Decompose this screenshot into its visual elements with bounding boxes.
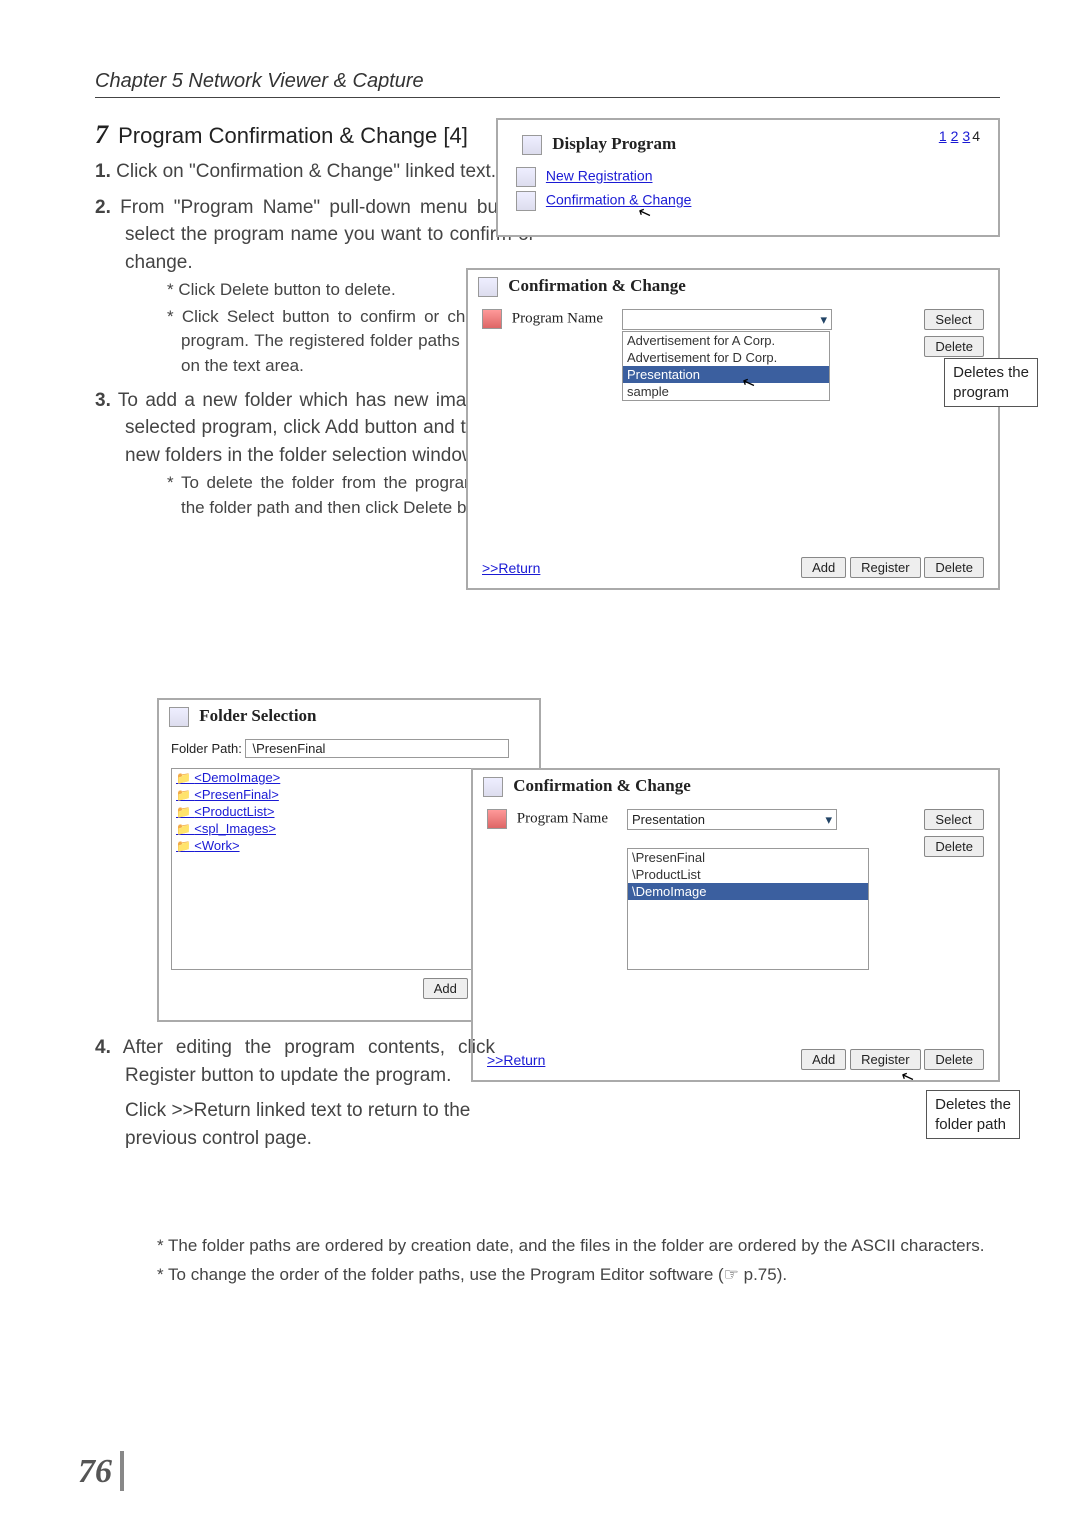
step-text-4: After editing the program contents, clic… (123, 1037, 495, 1086)
conf-change-icon (516, 191, 536, 211)
path-item[interactable]: \PresenFinal (628, 849, 868, 866)
folder-selection-title: Folder Selection (159, 700, 539, 733)
program-name-options[interactable]: Advertisement for A Corp. Advertisement … (622, 331, 830, 401)
step-4b-text: Click >>Return linked text to return to … (95, 1097, 495, 1152)
program-name-dropdown[interactable] (622, 309, 832, 330)
return-link[interactable]: >>Return (482, 560, 540, 576)
chapter-title: Chapter 5 Network Viewer & Capture (95, 70, 1000, 98)
confirmation-change-panel-2: Confirmation & Change Program Name Prese… (471, 768, 1000, 1082)
display-icon (522, 135, 542, 155)
step-text-1: Click on "Confirmation & Change" linked … (116, 161, 496, 182)
confirmation-change-panel-1: Confirmation & Change Program Name Adver… (466, 268, 1000, 590)
folder-path-label: Folder Path: (171, 741, 242, 756)
footnotes: * The folder paths are ordered by creati… (95, 1234, 1000, 1287)
new-reg-icon (516, 167, 536, 187)
section-title: Program Confirmation & Change [4] (118, 123, 468, 148)
path-item[interactable]: \ProductList (628, 866, 868, 883)
conf-change-title2-icon (483, 777, 503, 797)
step-number-4: 4. (95, 1037, 111, 1058)
option-d-corp[interactable]: Advertisement for D Corp. (623, 349, 829, 366)
page-number-bar (120, 1451, 124, 1491)
page-number: 76 (78, 1453, 112, 1491)
step-number-2: 2. (95, 197, 111, 218)
folder-add-button[interactable]: Add (423, 978, 468, 999)
section-number: 7 (95, 120, 108, 149)
return-link-2[interactable]: >>Return (487, 1052, 545, 1068)
delete-button-4[interactable]: Delete (924, 1049, 984, 1070)
select-button[interactable]: Select (924, 309, 984, 330)
step-number-1: 1. (95, 161, 111, 182)
conf-change-title-2: Confirmation & Change (473, 770, 998, 803)
program-name-label-2: Program Name (487, 809, 617, 829)
register-button[interactable]: Register (850, 557, 920, 578)
footnote-2: * To change the order of the folder path… (157, 1263, 1000, 1288)
conf-change-title-1: Confirmation & Change (468, 270, 998, 303)
save-disk-icon (482, 309, 502, 329)
option-presentation[interactable]: Presentation (623, 366, 829, 383)
conf-change-title-icon (478, 277, 498, 297)
confirmation-change-link[interactable]: Confirmation & Change (546, 192, 692, 208)
deletes-program-callout: Deletes the program (944, 358, 1038, 407)
delete-button-3[interactable]: Delete (924, 836, 984, 857)
delete-button[interactable]: Delete (924, 336, 984, 357)
footnote-1: * The folder paths are ordered by creati… (157, 1234, 1000, 1259)
step-number-3: 3. (95, 390, 111, 411)
select-button-2[interactable]: Select (924, 809, 984, 830)
page-links[interactable]: 1234 (937, 128, 980, 161)
display-program-panel: Display Program 1234 New Registration Co… (496, 118, 1000, 237)
display-program-title: Display Program (512, 128, 686, 161)
save-disk-icon-2 (487, 809, 507, 829)
delete-button-2[interactable]: Delete (924, 557, 984, 578)
folder-path-list[interactable]: \PresenFinal \ProductList \DemoImage (627, 848, 869, 970)
new-registration-link[interactable]: New Registration (546, 168, 653, 184)
program-name-dropdown-2[interactable]: Presentation (627, 809, 837, 830)
folder-path-input[interactable]: \PresenFinal (245, 739, 509, 758)
step-text-2: From "Program Name" pull-down menu butto… (120, 197, 535, 273)
add-button-2[interactable]: Add (801, 1049, 846, 1070)
add-button[interactable]: Add (801, 557, 846, 578)
folder-sel-icon (169, 707, 189, 727)
option-a-corp[interactable]: Advertisement for A Corp. (623, 332, 829, 349)
program-name-label: Program Name (482, 309, 612, 357)
deletes-folder-callout: Deletes the folder path (926, 1090, 1020, 1139)
option-sample[interactable]: sample (623, 383, 829, 400)
path-item-selected[interactable]: \DemoImage (628, 883, 868, 900)
